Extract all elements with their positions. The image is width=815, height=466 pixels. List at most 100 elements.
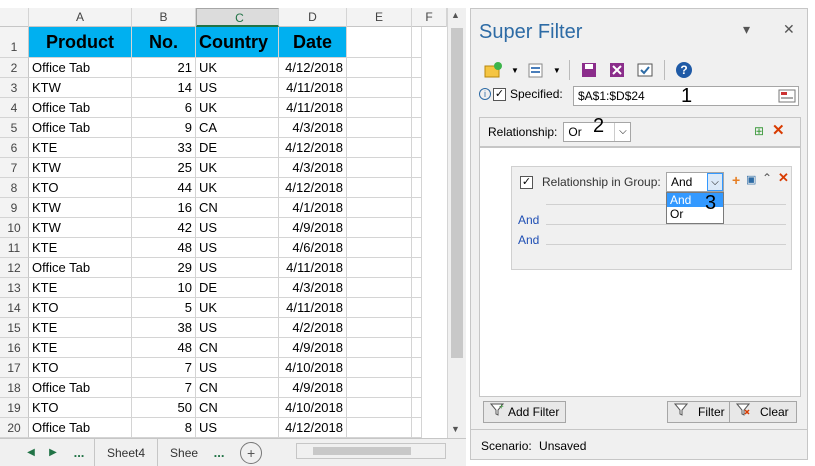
- vertical-scroll-thumb[interactable]: [451, 28, 463, 358]
- cell-c[interactable]: CA: [196, 118, 279, 137]
- cell-a[interactable]: KTE: [29, 238, 132, 257]
- save-icon[interactable]: [578, 59, 600, 81]
- row-header[interactable]: 17: [0, 358, 29, 378]
- cell-f[interactable]: [412, 78, 422, 97]
- cell-b[interactable]: No.: [132, 27, 196, 57]
- cell-e[interactable]: [347, 98, 412, 117]
- row-header[interactable]: 10: [0, 218, 29, 238]
- cell-f[interactable]: [412, 358, 422, 377]
- chevron-down-icon[interactable]: ⌵: [614, 123, 630, 141]
- cell-f[interactable]: [412, 158, 422, 177]
- cell-a[interactable]: KTO: [29, 298, 132, 317]
- cell-b[interactable]: 38: [132, 318, 196, 337]
- column-header-d[interactable]: D: [279, 8, 347, 27]
- cell-c[interactable]: Country: [196, 27, 279, 57]
- cell-f[interactable]: [412, 98, 422, 117]
- cell-c[interactable]: CN: [196, 338, 279, 357]
- cell-e[interactable]: [347, 318, 412, 337]
- cell-b[interactable]: 33: [132, 138, 196, 157]
- tab-overflow-right[interactable]: ...: [204, 445, 234, 460]
- cell-c[interactable]: CN: [196, 398, 279, 417]
- add-group-icon[interactable]: ⊞: [754, 124, 764, 138]
- cell-b[interactable]: 6: [132, 98, 196, 117]
- cell-e[interactable]: [347, 218, 412, 237]
- help-icon[interactable]: ?: [673, 59, 695, 81]
- row-header[interactable]: 13: [0, 278, 29, 298]
- cell-b[interactable]: 29: [132, 258, 196, 277]
- column-header-e[interactable]: E: [347, 8, 412, 27]
- row-header[interactable]: 3: [0, 78, 29, 98]
- cell-f[interactable]: [412, 178, 422, 197]
- cell-c[interactable]: US: [196, 218, 279, 237]
- tab-sheet-partial[interactable]: Shee: [157, 438, 204, 466]
- cell-b[interactable]: 48: [132, 338, 196, 357]
- cell-b[interactable]: 50: [132, 398, 196, 417]
- cell-d[interactable]: 4/12/2018: [279, 418, 347, 437]
- cell-d[interactable]: 4/9/2018: [279, 338, 347, 357]
- cell-b[interactable]: 42: [132, 218, 196, 237]
- cell-d[interactable]: 4/3/2018: [279, 118, 347, 137]
- select-all-corner[interactable]: [0, 8, 29, 27]
- cell-a[interactable]: KTO: [29, 398, 132, 417]
- cell-f[interactable]: [412, 118, 422, 137]
- tab-prev-icon[interactable]: ◀: [20, 447, 42, 458]
- collapse-icon[interactable]: ⌃: [762, 171, 772, 185]
- cell-a[interactable]: Office Tab: [29, 58, 132, 77]
- cell-f[interactable]: [412, 58, 422, 77]
- cell-f[interactable]: [412, 27, 422, 57]
- cell-b[interactable]: 5: [132, 298, 196, 317]
- cell-c[interactable]: UK: [196, 178, 279, 197]
- group-chevron-down-icon[interactable]: ⌵: [707, 173, 723, 191]
- cell-f[interactable]: [412, 378, 422, 397]
- column-header-f[interactable]: F: [412, 8, 447, 27]
- tab-sheet4[interactable]: Sheet4: [94, 438, 157, 466]
- cell-e[interactable]: [347, 78, 412, 97]
- cell-d[interactable]: 4/1/2018: [279, 198, 347, 217]
- row-header[interactable]: 5: [0, 118, 29, 138]
- save-dropdown-icon[interactable]: ▼: [553, 66, 561, 75]
- add-subgroup-icon[interactable]: ▣: [746, 173, 756, 186]
- delete-group-icon[interactable]: ✕: [778, 170, 789, 186]
- row-header[interactable]: 12: [0, 258, 29, 278]
- filter-button[interactable]: Filter: [667, 401, 732, 423]
- cell-c[interactable]: CN: [196, 198, 279, 217]
- cell-d[interactable]: 4/9/2018: [279, 218, 347, 237]
- cell-e[interactable]: [347, 238, 412, 257]
- cell-d[interactable]: Date: [279, 27, 347, 57]
- save-as-icon[interactable]: [606, 59, 628, 81]
- cell-a[interactable]: KTO: [29, 358, 132, 377]
- cell-f[interactable]: [412, 258, 422, 277]
- open-scenario-dropdown-icon[interactable]: ▼: [511, 66, 519, 75]
- vertical-scrollbar[interactable]: ▲ ▼: [447, 8, 466, 438]
- specified-checkbox[interactable]: ✓: [493, 87, 506, 101]
- cell-a[interactable]: KTW: [29, 218, 132, 237]
- row-header[interactable]: 8: [0, 178, 29, 198]
- cell-b[interactable]: 8: [132, 418, 196, 437]
- range-select-icon[interactable]: [778, 88, 796, 109]
- cell-a[interactable]: KTW: [29, 78, 132, 97]
- cell-f[interactable]: [412, 198, 422, 217]
- scroll-down-arrow-icon[interactable]: ▼: [451, 424, 460, 434]
- row-header[interactable]: 2: [0, 58, 29, 78]
- row-header[interactable]: 19: [0, 398, 29, 418]
- cell-c[interactable]: US: [196, 418, 279, 437]
- cell-e[interactable]: [347, 138, 412, 157]
- row-header[interactable]: 6: [0, 138, 29, 158]
- cell-b[interactable]: 14: [132, 78, 196, 97]
- cell-a[interactable]: Office Tab: [29, 378, 132, 397]
- group-checkbox[interactable]: ✓: [520, 176, 533, 189]
- row-header[interactable]: 9: [0, 198, 29, 218]
- cell-a[interactable]: KTW: [29, 198, 132, 217]
- cell-d[interactable]: 4/11/2018: [279, 298, 347, 317]
- cell-f[interactable]: [412, 278, 422, 297]
- open-scenario-icon[interactable]: [483, 59, 505, 81]
- cell-c[interactable]: US: [196, 238, 279, 257]
- row-header[interactable]: 14: [0, 298, 29, 318]
- cell-d[interactable]: 4/12/2018: [279, 138, 347, 157]
- cell-c[interactable]: UK: [196, 98, 279, 117]
- cell-b[interactable]: 21: [132, 58, 196, 77]
- row-header[interactable]: 18: [0, 378, 29, 398]
- cell-f[interactable]: [412, 398, 422, 417]
- panel-menu-chevron-icon[interactable]: ▾: [743, 21, 750, 38]
- cell-c[interactable]: UK: [196, 158, 279, 177]
